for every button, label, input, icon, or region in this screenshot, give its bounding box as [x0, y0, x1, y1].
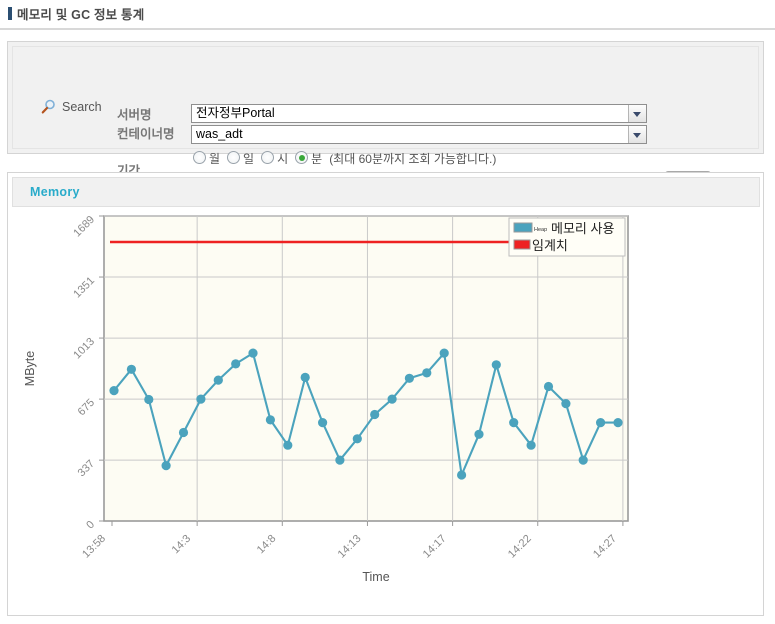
data-point — [579, 456, 588, 465]
data-point — [370, 410, 379, 419]
container-name-select[interactable]: was_adt — [191, 125, 647, 144]
x-axis-tick-label: 14:8 — [255, 533, 279, 557]
y-axis-tick-label: 1351 — [71, 275, 97, 301]
x-axis-tick-label: 14:17 — [421, 533, 449, 561]
x-axis-tick-label: 14:27 — [591, 533, 619, 561]
title-accent-bar — [8, 7, 12, 20]
data-point — [335, 456, 344, 465]
data-point — [144, 395, 153, 404]
page-title-bar: 메모리 및 GC 정보 통계 — [0, 0, 775, 31]
data-point — [214, 376, 223, 385]
period-radio-hour[interactable]: 시 — [261, 150, 288, 167]
data-point — [162, 461, 171, 470]
data-point — [457, 470, 466, 479]
legend-label-memory: 메모리 사용 — [551, 221, 614, 236]
data-point — [596, 418, 605, 427]
chevron-down-icon[interactable] — [628, 105, 646, 122]
period-radio-month[interactable]: 월 — [193, 150, 220, 167]
data-point — [544, 382, 553, 391]
data-point — [283, 441, 292, 450]
memory-chart-svg: 0 337 675 1013 1351 1689 MByte 13:58 14:3 14:8 14:… — [12, 213, 760, 611]
data-point — [353, 434, 362, 443]
data-point — [422, 368, 431, 377]
data-point — [561, 399, 570, 408]
memory-panel-header: Memory — [12, 177, 760, 207]
server-name-value: 전자정부Portal — [196, 106, 275, 120]
data-point — [388, 395, 397, 404]
y-axis-tick-label: 675 — [76, 397, 97, 418]
container-name-label: 컨테이너명 — [117, 123, 175, 142]
data-point — [527, 441, 536, 450]
period-radio-month-label: 월 — [209, 152, 220, 166]
period-radio-day[interactable]: 일 — [227, 150, 254, 167]
data-point — [231, 359, 240, 368]
y-axis-tick-label: 1013 — [71, 336, 97, 362]
data-point — [474, 430, 483, 439]
search-panel: Search 서버명 컨테이너명 기간 전자정부Portal was_adt 월… — [7, 41, 764, 154]
legend-swatch-threshold — [514, 240, 530, 249]
period-radio-hour-label: 시 — [277, 152, 288, 166]
y-axis-title: MByte — [23, 351, 37, 386]
data-point — [266, 415, 275, 424]
period-radio-group: 월 일 시 분 (최대 60분까지 조회 가능합니다.) — [193, 150, 496, 167]
chart-legend: Heap 메모리 사용임계치 — [509, 218, 625, 256]
magnifier-icon — [41, 99, 56, 114]
radio-icon-selected[interactable] — [295, 151, 308, 164]
data-point — [301, 373, 310, 382]
legend-swatch-memory — [514, 223, 532, 232]
data-point — [179, 428, 188, 437]
search-panel-inner: Search 서버명 컨테이너명 기간 전자정부Portal was_adt 월… — [12, 46, 759, 149]
period-radio-day-label: 일 — [243, 152, 254, 166]
data-point — [318, 418, 327, 427]
data-point — [127, 365, 136, 374]
data-point — [405, 374, 414, 383]
legend-series-key: Heap — [534, 227, 547, 233]
data-point — [196, 395, 205, 404]
x-axis-tick-label: 13:58 — [80, 533, 108, 561]
x-axis-tick-label: 14:3 — [170, 533, 194, 557]
data-point — [509, 418, 518, 427]
legend-label-threshold: 임계치 — [532, 238, 568, 253]
memory-panel: Memory 0 337 675 1013 1351 1689 MByte 13:58 14:3… — [7, 172, 764, 616]
page-title: 메모리 및 GC 정보 통계 — [17, 4, 144, 23]
search-section-label: Search — [41, 99, 102, 114]
data-point — [613, 418, 622, 427]
memory-chart: 0 337 675 1013 1351 1689 MByte 13:58 14:3 14:8 14:… — [12, 213, 760, 611]
radio-icon[interactable] — [261, 151, 274, 164]
plot-area — [104, 216, 628, 521]
y-axis-tick-label: 0 — [84, 519, 97, 532]
title-divider — [0, 28, 775, 30]
server-name-select[interactable]: 전자정부Portal — [191, 104, 647, 123]
y-axis-tick-label: 1689 — [71, 214, 97, 240]
search-label-text: Search — [62, 100, 102, 114]
page-root: 메모리 및 GC 정보 통계 Search 서버명 컨테이너명 기간 전자정부P… — [0, 0, 775, 624]
x-axis-title: Time — [362, 570, 389, 584]
data-point — [492, 360, 501, 369]
y-axis-tick-label: 337 — [76, 458, 97, 479]
x-axis-tick-label: 14:13 — [336, 533, 364, 561]
chevron-down-icon[interactable] — [628, 126, 646, 143]
x-axis-tick-label: 14:22 — [506, 533, 534, 561]
data-point — [109, 386, 118, 395]
radio-icon[interactable] — [193, 151, 206, 164]
period-radio-minute-label: 분 — [311, 152, 322, 166]
container-name-value: was_adt — [196, 127, 243, 141]
data-point — [440, 349, 449, 358]
period-note: (최대 60분까지 조회 가능합니다.) — [329, 150, 496, 167]
data-point — [248, 349, 257, 358]
period-radio-minute[interactable]: 분 — [295, 150, 322, 167]
memory-panel-title: Memory — [30, 185, 80, 199]
radio-icon[interactable] — [227, 151, 240, 164]
server-name-label: 서버명 — [117, 104, 152, 123]
